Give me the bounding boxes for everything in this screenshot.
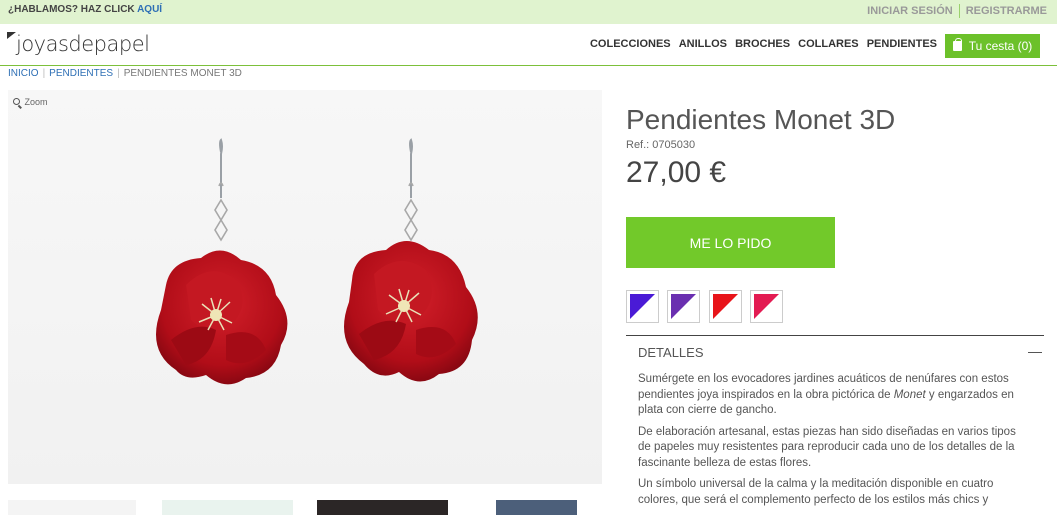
nav-item-broches[interactable]: BROCHES: [735, 38, 790, 50]
swatch-red[interactable]: [709, 290, 742, 323]
breadcrumb-home[interactable]: INICIO: [8, 68, 39, 79]
swatch-pink[interactable]: [750, 290, 783, 323]
description-paragraph-3: Un símbolo universal de la calma y la me…: [638, 478, 994, 506]
thumbnail-3[interactable]: [317, 500, 448, 515]
cart-button[interactable]: Tu cesta (0): [945, 34, 1040, 58]
swatch-violet-icon: [630, 294, 655, 319]
login-link[interactable]: INICIAR SESIÓN: [863, 5, 957, 17]
breadcrumb-category[interactable]: PENDIENTES: [49, 68, 113, 79]
contact-link[interactable]: AQUÍ: [137, 4, 162, 15]
swatch-pink-icon: [754, 294, 779, 319]
auth-divider: [958, 4, 960, 18]
breadcrumb: INICIO | PENDIENTES | PENDIENTES MONET 3D: [8, 68, 242, 79]
magnifier-icon: [13, 98, 20, 105]
nav-item-anillos[interactable]: ANILLOS: [679, 38, 727, 50]
contact-prompt-text: ¿HABLAMOS? HAZ CLICK: [8, 4, 135, 15]
site-logo[interactable]: joyasdepapel: [7, 32, 150, 56]
product-description: Sumérgete en los evocadores jardines acu…: [638, 372, 1028, 514]
product-title: Pendientes Monet 3D: [626, 104, 896, 135]
thumbnail-2[interactable]: [162, 500, 293, 515]
auth-links: INICIAR SESIÓN REGISTRARME: [863, 4, 1051, 18]
left-earring: [156, 138, 288, 385]
collapse-icon[interactable]: [1028, 352, 1042, 353]
nav-item-pendientes[interactable]: PENDIENTES: [867, 38, 937, 50]
breadcrumb-current: PENDIENTES MONET 3D: [123, 68, 242, 79]
cart-label: Tu cesta (0): [968, 39, 1033, 53]
thumbnail-strip: [8, 500, 602, 515]
details-heading[interactable]: DETALLES: [638, 345, 704, 360]
details-divider: [626, 335, 1044, 336]
add-to-cart-button[interactable]: ME LO PIDO: [626, 217, 835, 268]
right-earring: [344, 138, 478, 382]
site-header: joyasdepapel COLECCIONES ANILLOS BROCHES…: [0, 24, 1057, 66]
main-nav: COLECCIONES ANILLOS BROCHES COLLARES PEN…: [585, 38, 937, 50]
swatch-red-icon: [713, 294, 738, 319]
swatch-purple-icon: [671, 294, 696, 319]
swatch-violet[interactable]: [626, 290, 659, 323]
thumbnail-1[interactable]: [8, 500, 136, 515]
zoom-label: Zoom: [24, 97, 48, 107]
register-link[interactable]: REGISTRARME: [962, 5, 1051, 17]
logo-mark-icon: [7, 32, 16, 39]
product-ref: Ref.: 0705030: [626, 139, 696, 151]
description-paragraph-2: De elaboración artesanal, estas piezas h…: [638, 425, 1016, 469]
description-paragraph-1: Sumérgete en los evocadores jardines acu…: [638, 373, 1014, 416]
logo-text: joyasdepapel: [16, 32, 150, 56]
shopping-bag-icon: [952, 38, 962, 51]
nav-item-colecciones[interactable]: COLECCIONES: [590, 38, 671, 50]
product-image[interactable]: Zoom: [8, 90, 602, 484]
product-price: 27,00 €: [626, 156, 727, 189]
nav-item-collares[interactable]: COLLARES: [798, 38, 859, 50]
earrings-illustration: [156, 138, 478, 385]
contact-prompt: ¿HABLAMOS? HAZ CLICK AQUÍ: [8, 4, 162, 15]
zoom-control[interactable]: Zoom: [13, 97, 48, 107]
thumbnail-4[interactable]: [496, 500, 577, 515]
swatch-purple[interactable]: [667, 290, 700, 323]
top-bar: ¿HABLAMOS? HAZ CLICK AQUÍ INICIAR SESIÓN…: [0, 0, 1057, 24]
